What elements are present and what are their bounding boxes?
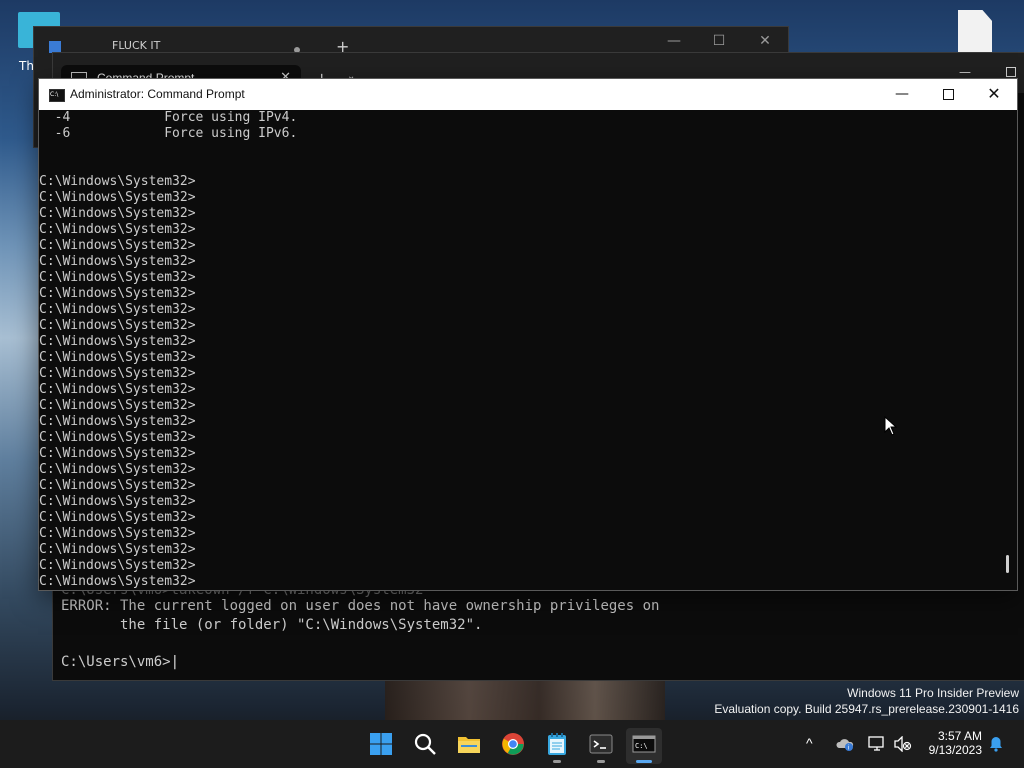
wallpaper-tree-stump	[385, 678, 665, 720]
terminal-maximize-button[interactable]	[1006, 67, 1016, 77]
scrollbar-thumb[interactable]	[1006, 555, 1009, 573]
console-prompt-line: C:\Windows\System32>	[39, 574, 196, 589]
terminal-minimize-button[interactable]: —	[959, 65, 971, 79]
console-line: -4 Force using IPv4.	[39, 110, 298, 125]
back-window-minimize-button[interactable]: —	[659, 33, 689, 49]
maximize-button[interactable]	[925, 79, 971, 110]
close-button[interactable]: ✕	[971, 79, 1017, 110]
text-caret: |	[170, 654, 180, 670]
watermark-line-1: Windows 11 Pro Insider Preview	[847, 686, 1019, 700]
console-prompt-line: C:\Windows\System32>	[39, 494, 196, 509]
title-bar[interactable]: C:\ Administrator: Command Prompt — ✕	[39, 79, 1017, 110]
chrome-icon[interactable]	[501, 732, 525, 756]
console-prompt-line: C:\Windows\System32>	[39, 254, 196, 269]
window-title: Administrator: Command Prompt	[70, 87, 245, 101]
console-prompt-line: C:\Windows\System32>	[39, 174, 196, 189]
command-prompt-icon: C:\	[49, 89, 65, 102]
start-icon[interactable]	[369, 732, 393, 756]
console-prompt-line: C:\Windows\System32>	[39, 206, 196, 221]
console-prompt-line: C:\Windows\System32>	[39, 510, 196, 525]
running-indicator	[553, 760, 561, 763]
terminal-output-line: ERROR: The current logged on user does n…	[61, 598, 660, 614]
desktop-file-icon[interactable]	[958, 10, 992, 52]
command-prompt-icon[interactable]: C:\	[632, 732, 656, 756]
clock[interactable]: 3:57 AM 9/13/2023	[920, 729, 982, 757]
console-prompt-line: C:\Windows\System32>	[39, 398, 196, 413]
console-prompt-line: C:\Windows\System32>	[39, 558, 196, 573]
command-prompt-window[interactable]: C:\ Administrator: Command Prompt — ✕ -4…	[38, 78, 1018, 591]
console-prompt-line: C:\Windows\System32>	[39, 446, 196, 461]
search-icon[interactable]	[413, 732, 437, 756]
console-prompt-line: C:\Windows\System32>	[39, 478, 196, 493]
watermark-line-2: Evaluation copy. Build 25947.rs_prerelea…	[714, 702, 1019, 716]
onedrive-icon[interactable]: i	[836, 736, 854, 752]
console-prompt-line: C:\Windows\System32>	[39, 526, 196, 541]
prompt-lines: C:\Windows\System32> C:\Windows\System32>…	[39, 174, 999, 590]
console-prompt-line: C:\Windows\System32>	[39, 462, 196, 477]
console-prompt-line: C:\Windows\System32>	[39, 334, 196, 349]
network-icon[interactable]	[868, 736, 886, 752]
console-output[interactable]: -4 Force using IPv4. -6 Force using IPv6…	[39, 110, 999, 590]
notepad-icon[interactable]	[545, 732, 569, 756]
console-prompt-line: C:\Windows\System32>	[39, 414, 196, 429]
file-explorer-icon[interactable]	[457, 732, 481, 756]
terminal-prompt[interactable]: C:\Users\vm6>|	[61, 653, 179, 672]
clock-time: 3:57 AM	[937, 729, 982, 743]
notification-bell-icon[interactable]	[988, 736, 1004, 752]
console-prompt-line: C:\Windows\System32>	[39, 238, 196, 253]
console-prompt-line: C:\Windows\System32>	[39, 302, 196, 317]
back-window-maximize-button[interactable]: ☐	[704, 33, 734, 49]
svg-text:C:\: C:\	[635, 742, 648, 750]
terminal-icon[interactable]	[589, 732, 613, 756]
console-prompt-line: C:\Windows\System32>	[39, 286, 196, 301]
console-prompt-line: C:\Windows\System32>	[39, 350, 196, 365]
evaluation-watermark: Windows 11 Pro Insider Preview Evaluatio…	[714, 685, 1019, 717]
terminal-prompt-text: C:\Users\vm6>	[61, 654, 171, 670]
maximize-icon	[942, 88, 954, 100]
clock-date: 9/13/2023	[928, 743, 982, 757]
volume-muted-icon[interactable]	[894, 735, 912, 753]
console-prompt-line: C:\Windows\System32>	[39, 270, 196, 285]
console-prompt-line: C:\Windows\System32>	[39, 430, 196, 445]
show-hidden-icons-button[interactable]: ^	[806, 735, 813, 751]
back-window-tab-title[interactable]: FLUCK IT	[112, 39, 160, 52]
console-line: -6 Force using IPv6.	[39, 126, 298, 141]
desktop-shortcut-label: Th	[19, 59, 34, 73]
console-prompt-line: C:\Windows\System32>	[39, 542, 196, 557]
console-prompt-line: C:\Windows\System32>	[39, 222, 196, 237]
running-indicator	[597, 760, 605, 763]
active-indicator	[636, 760, 652, 763]
console-prompt-line: C:\Windows\System32>	[39, 382, 196, 397]
console-prompt-line: C:\Windows\System32>	[39, 366, 196, 381]
minimize-button[interactable]: —	[879, 79, 925, 110]
terminal-output-line: the file (or folder) "C:\Windows\System3…	[61, 617, 483, 633]
console-prompt-line: C:\Windows\System32>	[39, 190, 196, 205]
console-prompt-line: C:\Windows\System32>	[39, 318, 196, 333]
back-window-close-button[interactable]: ✕	[750, 33, 780, 49]
